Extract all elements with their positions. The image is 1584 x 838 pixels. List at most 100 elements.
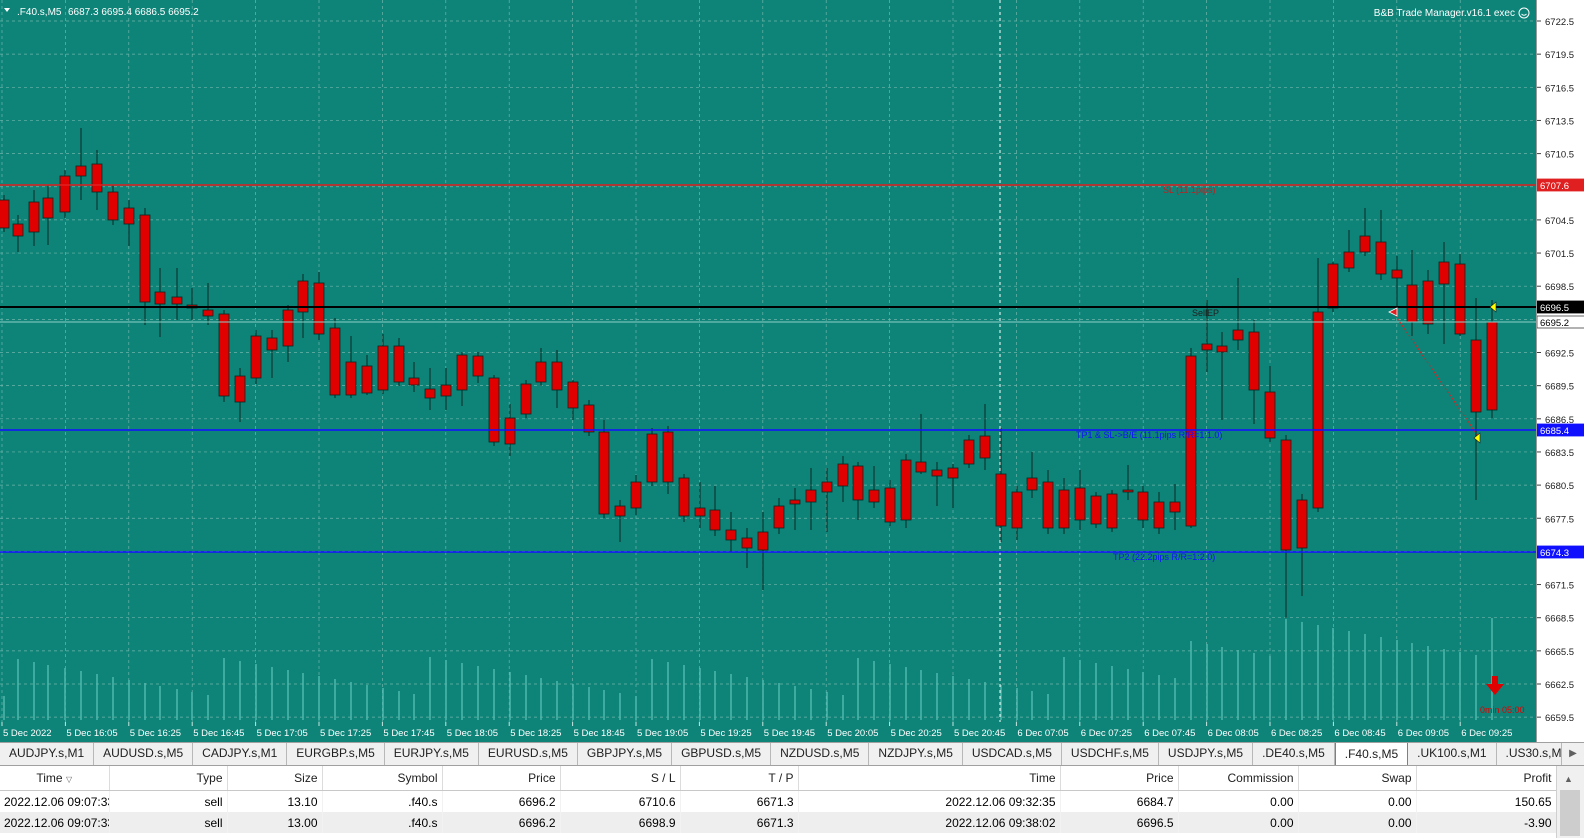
tab-nzdusd[interactable]: NZDUSD.s,M5	[771, 743, 870, 765]
candle	[234, 368, 246, 422]
candle	[1122, 465, 1134, 500]
candle	[1375, 210, 1387, 280]
price-tick-label: 6692.5	[1545, 349, 1574, 360]
tab-cadjpy[interactable]: CADJPY.s,M1	[193, 743, 288, 765]
candle	[995, 428, 1007, 542]
candle	[1216, 332, 1228, 420]
candle	[75, 128, 87, 200]
candle	[1312, 258, 1324, 512]
time-tick-label: 5 Dec 19:45	[764, 728, 815, 739]
tab-usdcad[interactable]: USDCAD.s,M5	[963, 743, 1062, 765]
tab-gbpjpy[interactable]: GBPJPY.s,M5	[578, 743, 673, 765]
candle	[1026, 452, 1038, 498]
time-tick-label: 5 Dec 20:45	[954, 728, 1005, 739]
col-profit[interactable]: Profit	[1416, 766, 1557, 791]
tab-uk100[interactable]: .UK100.s,M1	[1408, 743, 1497, 765]
candle	[1232, 278, 1244, 350]
tab-usdjpy[interactable]: USDJPY.s,M5	[1159, 743, 1254, 765]
price-tick-label: 6677.5	[1545, 514, 1574, 525]
time-axis[interactable]: 5 Dec 2022 5 Dec 16:05 5 Dec 16:25 5 Dec 16…	[0, 722, 1536, 742]
time-tick-label: 5 Dec 18:45	[574, 728, 625, 739]
time-tick-label: 5 Dec 19:05	[637, 728, 688, 739]
col-price[interactable]: Price	[442, 766, 561, 791]
table-row[interactable]: 2022.12.06 09:07:33 sell 13.10 .f40.s 66…	[0, 790, 1557, 812]
col-time-open[interactable]: Time ▽	[0, 766, 110, 791]
time-tick-label: 5 Dec 17:45	[383, 728, 434, 739]
countdown-label: 0min 05:00	[1480, 705, 1525, 715]
col-size[interactable]: Size	[227, 766, 323, 791]
col-swap[interactable]: Swap	[1298, 766, 1417, 791]
col-symbol[interactable]: Symbol	[322, 766, 443, 791]
candle	[154, 268, 166, 337]
tab-eurgbp[interactable]: EURGBP.s,M5	[287, 743, 385, 765]
candle	[1327, 262, 1339, 312]
candle	[567, 380, 579, 420]
time-tick-label: 6 Dec 08:25	[1271, 728, 1322, 739]
col-tp[interactable]: T / P	[680, 766, 799, 791]
header-dropdown-icon[interactable]	[4, 8, 10, 12]
cell-tp: 6671.3	[680, 790, 799, 812]
tab-usdchf[interactable]: USDCHF.s,M5	[1062, 743, 1159, 765]
tab-f40[interactable]: .F40.s,M5	[1334, 743, 1409, 765]
candle	[1248, 320, 1260, 424]
candle	[1454, 254, 1466, 336]
price-tick-label: 6689.5	[1545, 382, 1574, 393]
candlestick-chart[interactable]: SL (11.1pips) SellEP TP1 & SL->B/E (11.1…	[0, 0, 1536, 722]
candle	[1359, 208, 1371, 256]
scrollbar-thumb[interactable]	[1560, 790, 1580, 836]
axis-corner	[1536, 722, 1584, 742]
price-axis[interactable]: 6722.56719.56716.56713.56710.56707.56704…	[1536, 0, 1584, 724]
tab-audusd[interactable]: AUDUSD.s,M5	[94, 743, 194, 765]
cell-commission: 0.00	[1178, 790, 1299, 812]
candle	[1470, 298, 1482, 500]
price-tick-label: 6710.5	[1545, 150, 1574, 161]
time-tick-label: 5 Dec 17:25	[320, 728, 371, 739]
price-tick-label: 6713.5	[1545, 116, 1574, 127]
col-time-close[interactable]: Time	[798, 766, 1061, 791]
candle	[1406, 250, 1418, 336]
candle	[472, 352, 484, 383]
cell-swap: 0.00	[1298, 812, 1417, 833]
col-sl[interactable]: S / L	[560, 766, 681, 791]
sell-signal-arrow-icon	[1486, 676, 1504, 695]
tab-audjpy[interactable]: AUDJPY.s,M1	[0, 743, 95, 765]
tab-nzdjpy[interactable]: NZDJPY.s,M5	[869, 743, 963, 765]
candle	[900, 454, 912, 528]
price-tick-label: 6662.5	[1545, 680, 1574, 691]
cell-open-time: 2022.12.06 09:07:33	[0, 790, 110, 812]
candle	[1438, 242, 1450, 344]
cell-close-time: 2022.12.06 09:32:35	[798, 790, 1061, 812]
candle	[440, 368, 452, 410]
tab-gbpusd[interactable]: GBPUSD.s,M5	[672, 743, 772, 765]
time-tick-label: 6 Dec 09:25	[1461, 728, 1512, 739]
cell-sl: 6698.9	[560, 812, 681, 833]
scroll-up-icon[interactable]: ▲	[1564, 774, 1573, 784]
cell-size: 13.00	[227, 812, 323, 833]
col-price-close[interactable]: Price	[1060, 766, 1179, 791]
cell-price: 6696.2	[442, 812, 561, 833]
smiley-icon[interactable]	[1518, 7, 1530, 19]
candle	[773, 498, 785, 534]
table-scrollbar[interactable]: ▲	[1556, 766, 1584, 838]
candle	[393, 338, 405, 386]
candle	[979, 404, 991, 470]
tab-eurjpy[interactable]: EURJPY.s,M5	[385, 743, 479, 765]
col-commission[interactable]: Commission	[1178, 766, 1299, 791]
price-marker-label: 6674.3	[1540, 548, 1569, 559]
col-type[interactable]: Type	[109, 766, 228, 791]
table-row[interactable]: 2022.12.06 09:07:33 sell 13.00 .f40.s 66…	[0, 812, 1557, 833]
candle	[805, 468, 817, 530]
cell-sl: 6710.6	[560, 790, 681, 812]
candle	[408, 362, 420, 392]
price-tick-label: 6665.5	[1545, 647, 1574, 658]
chart-canvas[interactable]: SL (11.1pips) SellEP TP1 & SL->B/E (11.1…	[0, 0, 1536, 722]
trade-terminal-table: Time ▽ Type Size Symbol Price S / L T / …	[0, 766, 1557, 838]
candle	[1280, 435, 1292, 618]
time-tick-label: 6 Dec 07:05	[1017, 728, 1068, 739]
tab-de40[interactable]: .DE40.s,M5	[1253, 743, 1335, 765]
tabs-scroll-right-icon[interactable]: ▶	[1561, 743, 1584, 765]
candle	[678, 474, 690, 522]
candle	[28, 190, 40, 246]
candle	[107, 185, 119, 225]
tab-eurusd[interactable]: EURUSD.s,M5	[479, 743, 578, 765]
